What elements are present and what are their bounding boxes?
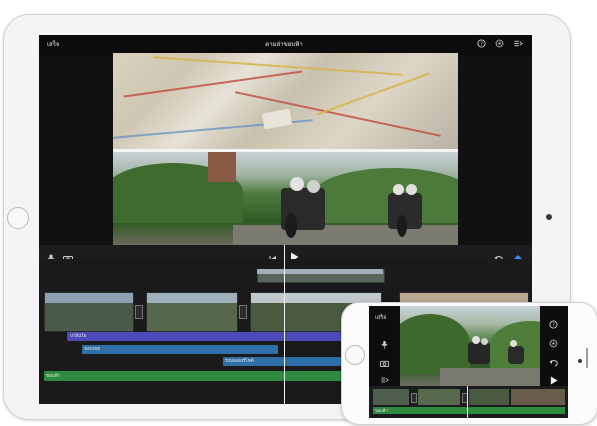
svg-text:?: ?: [552, 323, 555, 329]
iphone-video-clip[interactable]: [418, 389, 460, 405]
project-settings-icon[interactable]: [513, 39, 523, 49]
transition-icon[interactable]: [135, 305, 143, 319]
iphone-settings-icon[interactable]: [549, 333, 558, 352]
video-clip[interactable]: [146, 292, 238, 332]
ipad-camera: [546, 214, 552, 220]
audio-track-label: รถมอเตอร์ไซค์: [225, 359, 254, 364]
helmet: [510, 340, 517, 347]
svg-text:?: ?: [480, 42, 483, 48]
iphone-camera: [578, 359, 582, 363]
rider-group: [508, 346, 524, 364]
scene-road: [440, 368, 540, 386]
audio-track-label: ขอบเขต: [84, 347, 101, 352]
help-icon[interactable]: ?: [476, 39, 486, 49]
iphone-transition-icon[interactable]: [411, 393, 417, 403]
playback-controls: [39, 245, 532, 263]
video-clip[interactable]: [44, 292, 134, 332]
scene-hill: [313, 168, 458, 223]
iphone-video-clip[interactable]: [511, 389, 565, 405]
music-track-label: ขอบฟ้า: [46, 374, 61, 379]
iphone-help-icon[interactable]: ?: [549, 314, 558, 333]
iphone-screen: เสร็จ ? ขอบฟ้า: [369, 306, 568, 418]
iphone-playhead[interactable]: [467, 386, 468, 418]
motorbike-wheel: [285, 213, 297, 238]
iphone-home-button: [345, 345, 365, 365]
iphone-video-viewer[interactable]: [400, 306, 540, 386]
iphone-timeline[interactable]: ขอบฟ้า: [369, 386, 568, 418]
iphone-undo-icon[interactable]: [549, 352, 558, 371]
done-button[interactable]: เสร็จ: [47, 39, 59, 49]
helmet: [307, 180, 320, 193]
settings-icon[interactable]: [494, 39, 504, 49]
iphone-video-clip[interactable]: [469, 389, 509, 405]
motorbike-wheel: [397, 215, 407, 237]
helmet: [472, 336, 480, 344]
video-viewer[interactable]: [113, 53, 458, 245]
scene-hill: [400, 314, 470, 374]
project-title: ตามล่าขอบฟ้า: [265, 41, 303, 48]
helmet: [290, 177, 304, 191]
iphone-music-track[interactable]: [373, 407, 565, 414]
iphone-speaker: [586, 348, 588, 368]
clip-detail-sky: [257, 269, 383, 274]
top-toolbar: เสร็จ ตามล่าขอบฟ้า ?: [39, 35, 532, 55]
helmet: [481, 338, 488, 345]
iphone-microphone-icon[interactable]: [381, 334, 388, 353]
transition-icon[interactable]: [239, 305, 247, 319]
iphone-music-track-label: ขอบฟ้า: [375, 408, 388, 413]
iphone-done-button[interactable]: เสร็จ: [375, 314, 386, 322]
ipad-home-button: [7, 207, 29, 229]
scene-wall: [208, 152, 236, 182]
audio-track[interactable]: [82, 345, 278, 354]
scene-road: [233, 225, 458, 245]
rider-group: [468, 342, 490, 364]
music-track[interactable]: [44, 371, 379, 381]
helmet: [406, 184, 417, 195]
iphone-video-clip[interactable]: [373, 389, 409, 405]
helmet: [393, 184, 404, 195]
playhead[interactable]: [284, 245, 285, 404]
title-track[interactable]: [67, 332, 387, 341]
title-track-label: ปาลินโย: [70, 334, 87, 339]
